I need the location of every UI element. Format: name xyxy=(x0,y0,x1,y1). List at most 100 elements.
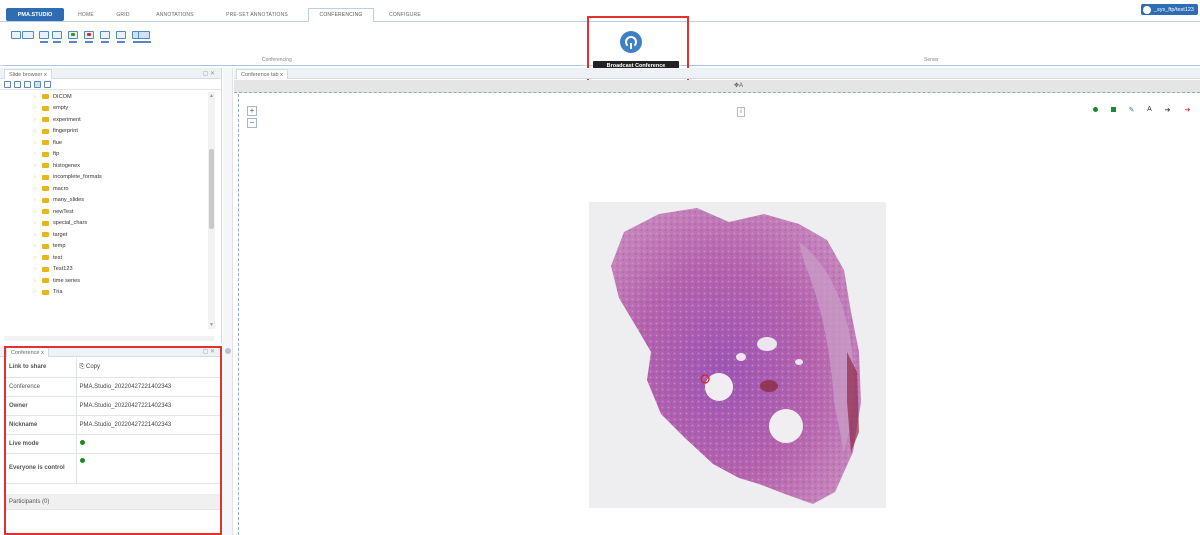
arrow-tool-icon[interactable]: ➔ xyxy=(1163,105,1172,114)
tab-grid[interactable]: GRID xyxy=(112,8,134,21)
tree-horizontal-scrollbar[interactable] xyxy=(4,336,214,341)
expand-chevron-icon[interactable]: › xyxy=(34,163,36,169)
tree-folder-item[interactable]: › experiment xyxy=(0,114,210,126)
expand-chevron-icon[interactable]: › xyxy=(34,140,36,146)
panel-controls[interactable]: ▢ ✕ xyxy=(203,348,215,355)
thumbnail-view-icon[interactable] xyxy=(34,81,41,88)
list-view-icon[interactable] xyxy=(4,81,11,88)
tissue-lumen xyxy=(736,353,746,361)
tab-home[interactable]: HOME xyxy=(72,8,100,21)
tree-folder-item[interactable]: › DICOM xyxy=(0,91,210,103)
expand-chevron-icon[interactable]: › xyxy=(34,105,36,111)
tree-folder-item[interactable]: › Tria xyxy=(0,287,210,299)
row-owner: Owner PMA.Studio_20220427221402343 xyxy=(6,396,220,416)
tissue-lumen xyxy=(795,359,803,365)
expand-chevron-icon[interactable]: › xyxy=(34,174,36,180)
tab-conferencing[interactable]: CONFERENCING xyxy=(308,8,374,22)
nickname-value[interactable]: PMA.Studio_20220427221402343 xyxy=(76,415,220,435)
tree-folder-item[interactable]: › newTest xyxy=(0,206,210,218)
viewer-tab-bar: Conference tab x xyxy=(234,68,1200,79)
expand-chevron-icon[interactable]: › xyxy=(34,117,36,123)
tree-folder-item[interactable]: › ftp xyxy=(0,149,210,161)
tree-folder-item[interactable]: › Test123 xyxy=(0,264,210,276)
zoom-out-button[interactable]: − xyxy=(247,118,257,128)
expand-chevron-icon[interactable]: › xyxy=(34,289,36,295)
participants-icon[interactable] xyxy=(100,31,110,43)
share-screen-people-icon[interactable] xyxy=(22,31,36,43)
conference-join-icon[interactable] xyxy=(39,31,49,43)
folder-icon xyxy=(42,243,49,249)
expand-chevron-icon[interactable]: › xyxy=(34,255,36,261)
conference-people-icon[interactable] xyxy=(52,31,62,43)
expand-chevron-icon[interactable]: › xyxy=(34,278,36,284)
measure-tool-icon[interactable]: ✎ xyxy=(1127,105,1136,114)
expand-chevron-icon[interactable]: › xyxy=(34,209,36,215)
scroll-up-icon[interactable]: ▲ xyxy=(209,93,214,99)
tree-folder-item[interactable]: › empty xyxy=(0,103,210,115)
participants-header[interactable]: Participants (0) xyxy=(6,494,220,510)
tree-folder-item[interactable]: › test xyxy=(0,252,210,264)
text-tool-icon[interactable]: A xyxy=(1145,105,1154,114)
slide-browser-tab[interactable]: Slide browser x xyxy=(4,69,52,79)
green-square-tool-icon[interactable] xyxy=(1109,105,1118,114)
slide-viewer[interactable]: + − i ✎ A ➔ ➔ xyxy=(238,94,1200,535)
tree-folder-item[interactable]: › time series xyxy=(0,275,210,287)
red-arrow-tool-icon[interactable]: ➔ xyxy=(1183,105,1192,114)
tree-folder-item[interactable]: › fingerprint xyxy=(0,126,210,138)
expand-chevron-icon[interactable]: › xyxy=(34,266,36,272)
conference-panel: Conference x ▢ ✕ Link to share ⎘ Copy Co… xyxy=(0,346,222,535)
folder-icon xyxy=(42,289,49,295)
live-mode-toggle[interactable] xyxy=(76,434,220,454)
start-conference-icon[interactable] xyxy=(68,31,78,43)
row-nickname: Nickname PMA.Studio_20220427221402343 xyxy=(6,415,220,435)
zoom-in-button[interactable]: + xyxy=(247,106,257,116)
close-icon[interactable]: x xyxy=(44,72,47,78)
user-menu[interactable]: _sys_ftp/test123 xyxy=(1140,4,1198,15)
splitter-handle-icon[interactable] xyxy=(225,348,231,354)
tree-folder-item[interactable]: › target xyxy=(0,229,210,241)
refresh-icon[interactable] xyxy=(14,81,21,88)
row-everyone-control: Everyone is control xyxy=(6,453,220,484)
expand-chevron-icon[interactable]: › xyxy=(34,186,36,192)
tree-folder-item[interactable]: › temp xyxy=(0,241,210,253)
share-screen-icon[interactable] xyxy=(11,31,21,43)
expand-chevron-icon[interactable]: › xyxy=(34,243,36,249)
slide-info-button[interactable]: i xyxy=(737,107,745,117)
filter-icon[interactable] xyxy=(44,81,51,88)
scrollbar-thumb[interactable] xyxy=(209,149,214,229)
tab-annotations[interactable]: ANNOTATIONS xyxy=(146,8,204,21)
manage-conference-icon[interactable] xyxy=(116,31,126,43)
copy-link-button[interactable]: ⎘ Copy xyxy=(76,358,220,378)
green-dot-tool-icon[interactable] xyxy=(1091,105,1100,114)
scroll-down-icon[interactable]: ▼ xyxy=(209,322,214,328)
stop-conference-icon[interactable] xyxy=(84,31,94,43)
expand-chevron-icon[interactable]: › xyxy=(34,151,36,157)
expand-chevron-icon[interactable]: › xyxy=(34,128,36,134)
expand-chevron-icon[interactable]: › xyxy=(34,220,36,226)
everyone-control-toggle[interactable] xyxy=(76,453,220,484)
anchor-label[interactable]: ✥A xyxy=(734,82,743,89)
expand-chevron-icon[interactable]: › xyxy=(34,94,36,100)
tree-folder-item[interactable]: › incomplete_formats xyxy=(0,172,210,184)
tree-folder-item[interactable]: › flue xyxy=(0,137,210,149)
tree-folder-item[interactable]: › special_chars xyxy=(0,218,210,230)
panel-splitter[interactable] xyxy=(223,68,233,535)
panel-controls[interactable]: ▢ ✕ xyxy=(203,70,215,77)
tree-folder-item[interactable]: › histogenex xyxy=(0,160,210,172)
slide-image[interactable] xyxy=(589,202,886,508)
conference-tab[interactable]: Conference x xyxy=(6,347,49,357)
tab-configure[interactable]: CONFIGURE xyxy=(382,8,428,21)
brand-logo[interactable]: PMA.STUDIO xyxy=(6,8,64,21)
tree-scrollbar[interactable]: ▲ ▼ xyxy=(208,92,215,329)
folder-label: fingerprint xyxy=(53,128,78,135)
expand-chevron-icon[interactable]: › xyxy=(34,197,36,203)
expand-chevron-icon[interactable]: › xyxy=(34,232,36,238)
close-icon[interactable]: x xyxy=(41,350,44,356)
close-icon[interactable]: x xyxy=(280,72,283,78)
reload-icon[interactable] xyxy=(24,81,31,88)
conference-viewer-tab[interactable]: Conference tab x xyxy=(236,69,288,79)
tab-pre-set-annotations[interactable]: PRE-SET ANNOTATIONS xyxy=(214,8,300,21)
tree-folder-item[interactable]: › many_slides xyxy=(0,195,210,207)
tree-folder-item[interactable]: › macro xyxy=(0,183,210,195)
group-conference-icon[interactable] xyxy=(138,31,152,43)
